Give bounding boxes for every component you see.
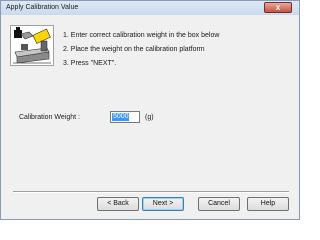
calibration-weight-value: 5000 [113,113,129,120]
unit-label: (g) [145,114,154,121]
cancel-button[interactable]: Cancel [198,197,240,211]
back-button[interactable]: < Back [97,197,139,211]
calibration-dialog: Apply Calibration Value x 1. Enter corre… [0,0,300,220]
footer-separator [13,191,289,193]
help-button[interactable]: Help [247,197,289,211]
instruction-step-1: 1. Enter correct calibration weight in t… [63,32,220,39]
window-title: Apply Calibration Value [6,4,79,11]
close-button[interactable]: x [264,2,292,13]
instruction-step-2: 2. Place the weight on the calibration p… [63,46,205,53]
instruction-step-3: 3. Press "NEXT". [63,60,117,67]
close-icon: x [275,3,281,12]
calibration-weight-label: Calibration Weight : [19,114,80,121]
scale-with-weight-icon [10,25,54,66]
next-button[interactable]: Next > [142,197,184,211]
title-bar[interactable]: Apply Calibration Value x [1,1,299,15]
